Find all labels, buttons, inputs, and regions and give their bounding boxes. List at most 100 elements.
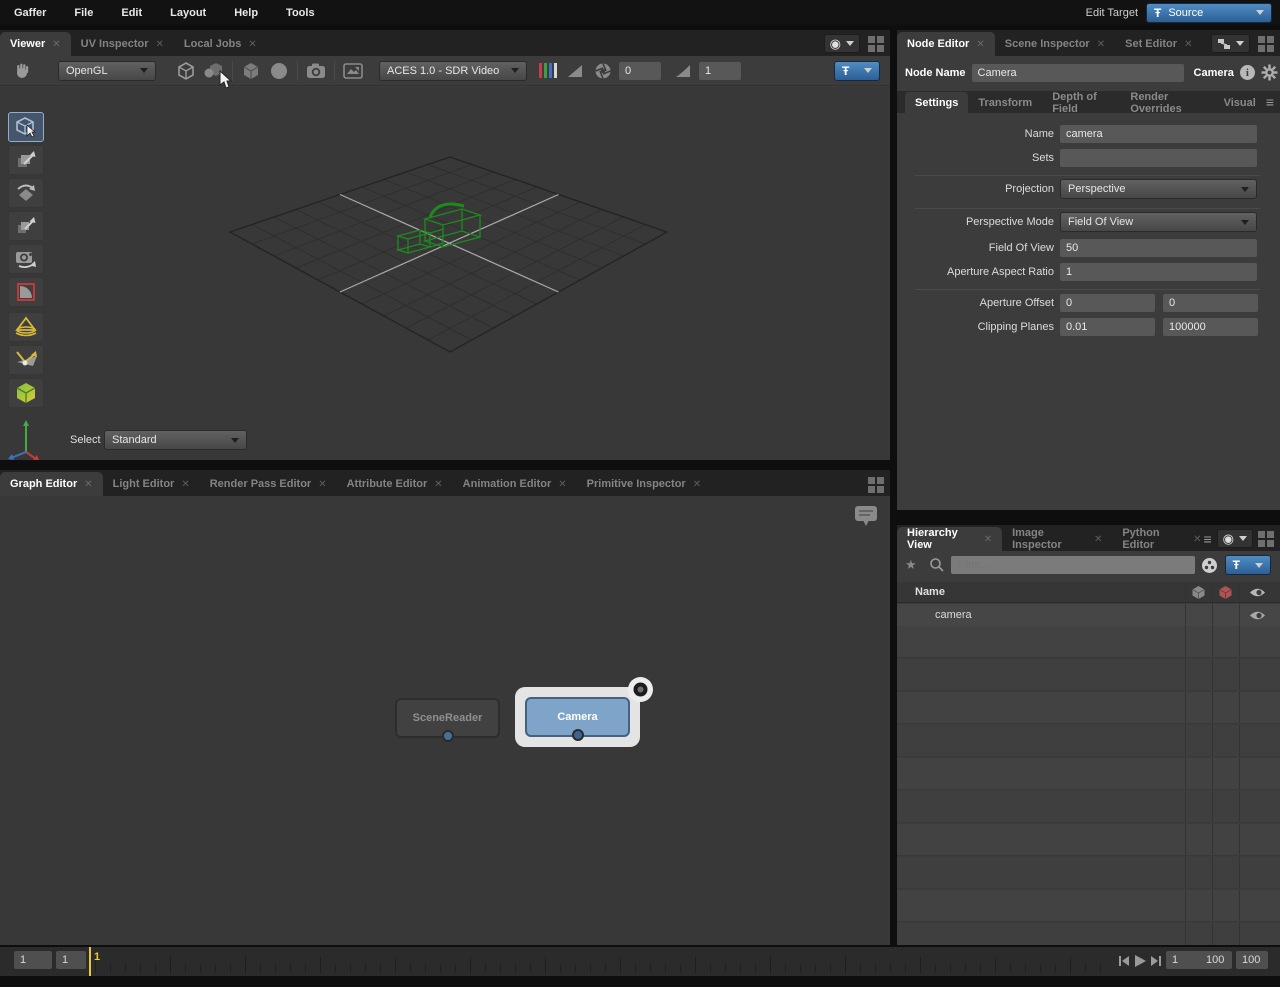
set-filter-icon[interactable] <box>1201 557 1218 574</box>
timeline-ruler[interactable] <box>95 947 1115 973</box>
tab-uv-inspector[interactable]: UV Inspector✕ <box>71 32 174 56</box>
panel-menu-icon[interactable]: ≡ <box>1203 532 1211 546</box>
sets-field[interactable] <box>1060 149 1257 167</box>
tab-hierarchy-view[interactable]: Hierarchy View✕ <box>897 527 1002 551</box>
playback-range-start-field[interactable]: 1 <box>56 951 86 969</box>
perspective-mode-dropdown[interactable]: Field Of View <box>1060 212 1257 232</box>
tab-graph-editor[interactable]: Graph Editor✕ <box>0 472 103 496</box>
section-tab-visual[interactable]: Visual <box>1214 92 1266 113</box>
skip-to-end-button[interactable] <box>1150 955 1162 967</box>
close-icon[interactable]: ✕ <box>434 479 442 490</box>
light-tool-button[interactable] <box>8 312 44 342</box>
viewport-3d[interactable] <box>0 87 890 460</box>
clipping-warning-icon[interactable] <box>561 59 589 83</box>
tab-light-editor[interactable]: Light Editor✕ <box>103 472 200 496</box>
rotate-tool-button[interactable] <box>8 178 44 208</box>
close-icon[interactable]: ✕ <box>558 479 566 490</box>
tab-set-editor[interactable]: Set Editor✕ <box>1115 32 1202 56</box>
menu-tools[interactable]: Tools <box>272 7 329 19</box>
playback-range-end-field[interactable]: 100 <box>1200 951 1232 969</box>
tab-python-editor[interactable]: Python Editor✕ <box>1112 527 1203 551</box>
tab-local-jobs[interactable]: Local Jobs✕ <box>174 32 267 56</box>
close-icon[interactable]: ✕ <box>1184 39 1192 50</box>
skip-to-start-button[interactable] <box>1118 955 1130 967</box>
section-tab-transform[interactable]: Transform <box>968 92 1042 113</box>
tab-viewer[interactable]: Viewer✕ <box>0 32 71 56</box>
playhead[interactable] <box>89 947 91 976</box>
menu-help[interactable]: Help <box>220 7 272 19</box>
close-icon[interactable]: ✕ <box>1094 534 1102 545</box>
drawing-mode-icon[interactable] <box>172 59 200 83</box>
select-tool-button[interactable] <box>8 112 44 142</box>
aperture-aspect-ratio-field[interactable]: 1 <box>1060 263 1257 281</box>
frame-end-field[interactable]: 100 <box>1236 951 1268 969</box>
field-of-view-field[interactable]: 50 <box>1060 239 1257 257</box>
show-geometry-tool-button[interactable] <box>8 378 44 408</box>
viewer-pin-dropdown[interactable]: Ŧ <box>834 61 880 81</box>
info-icon[interactable]: i <box>1240 65 1255 80</box>
node-scenereader[interactable]: SceneReader <box>395 698 500 738</box>
menu-file[interactable]: File <box>60 7 107 19</box>
frame-start-field[interactable]: 1 <box>14 951 52 969</box>
close-icon[interactable]: ✕ <box>1097 39 1105 50</box>
pan-hand-icon[interactable] <box>8 59 36 83</box>
scale-tool-button[interactable] <box>8 211 44 241</box>
name-column-header[interactable]: Name <box>915 586 945 598</box>
close-icon[interactable]: ✕ <box>248 39 256 50</box>
close-icon[interactable]: ✕ <box>693 479 701 490</box>
tab-scene-inspector[interactable]: Scene Inspector✕ <box>995 32 1115 56</box>
clipping-planes-far-field[interactable]: 100000 <box>1163 318 1258 336</box>
layout-menu-icon[interactable] <box>1258 36 1274 52</box>
tab-attribute-editor[interactable]: Attribute Editor✕ <box>337 472 453 496</box>
section-tab-settings[interactable]: Settings <box>905 92 968 113</box>
menu-gaffer[interactable]: Gaffer <box>0 7 60 19</box>
focus-menu-button[interactable]: ◉ <box>1217 529 1253 548</box>
tab-primitive-inspector[interactable]: Primitive Inspector✕ <box>577 472 711 496</box>
display-transform-dropdown[interactable]: ACES 1.0 - SDR Video <box>379 61 527 81</box>
render-view-icon[interactable] <box>339 59 367 83</box>
gear-icon[interactable] <box>1261 64 1278 81</box>
tab-render-pass-editor[interactable]: Render Pass Editor✕ <box>200 472 337 496</box>
bookmark-star-icon[interactable]: ★ <box>905 557 917 573</box>
menu-edit[interactable]: Edit <box>107 7 156 19</box>
play-button[interactable] <box>1134 954 1147 968</box>
layout-menu-icon[interactable] <box>868 36 884 52</box>
name-field[interactable]: camera <box>1060 125 1257 143</box>
node-editor-target-button[interactable] <box>1211 34 1250 53</box>
section-tab-render-overrides[interactable]: Render Overrides <box>1120 92 1213 113</box>
focus-menu-button[interactable]: ◉ <box>824 34 860 53</box>
visibility-column-eye-icon[interactable] <box>1249 587 1266 598</box>
section-overflow-menu-icon[interactable]: ≡ <box>1266 95 1274 109</box>
close-icon[interactable]: ✕ <box>84 479 92 490</box>
hierarchy-pin-dropdown[interactable]: Ŧ <box>1225 555 1271 575</box>
close-icon[interactable]: ✕ <box>1193 534 1201 545</box>
aperture-offset-y-field[interactable]: 0 <box>1163 294 1258 312</box>
tab-image-inspector[interactable]: Image Inspector✕ <box>1002 527 1112 551</box>
camera-settings-icon[interactable] <box>302 59 330 83</box>
node-name-field[interactable]: Camera <box>972 64 1184 82</box>
aperture-offset-x-field[interactable]: 0 <box>1060 294 1155 312</box>
node-camera[interactable]: Camera <box>525 697 630 737</box>
tab-animation-editor[interactable]: Animation Editor✕ <box>453 472 577 496</box>
exposure-field[interactable]: 0 <box>619 62 661 80</box>
filter-input[interactable] <box>951 556 1195 574</box>
shading-mode-cube-icon[interactable] <box>237 59 265 83</box>
camera-tool-button[interactable] <box>8 244 44 274</box>
layout-menu-icon[interactable] <box>868 477 884 493</box>
close-icon[interactable]: ✕ <box>318 479 326 490</box>
close-icon[interactable]: ✕ <box>181 479 189 490</box>
layout-menu-icon[interactable] <box>1258 531 1274 547</box>
crop-window-tool-button[interactable] <box>8 277 44 307</box>
clipping-planes-near-field[interactable]: 0.01 <box>1060 318 1155 336</box>
translate-tool-button[interactable] <box>8 145 44 175</box>
close-icon[interactable]: ✕ <box>984 534 992 545</box>
gamma-curve-icon[interactable] <box>669 59 697 83</box>
node-output-plug[interactable] <box>572 729 584 741</box>
node-output-plug[interactable] <box>442 730 454 742</box>
light-position-tool-button[interactable] <box>8 345 44 375</box>
close-icon[interactable]: ✕ <box>156 39 164 50</box>
tab-node-editor[interactable]: Node Editor✕ <box>897 32 995 56</box>
projection-dropdown[interactable]: Perspective <box>1060 179 1257 199</box>
edit-target-dropdown[interactable]: Ŧ Source <box>1146 3 1272 23</box>
exposure-aperture-icon[interactable] <box>589 59 617 83</box>
